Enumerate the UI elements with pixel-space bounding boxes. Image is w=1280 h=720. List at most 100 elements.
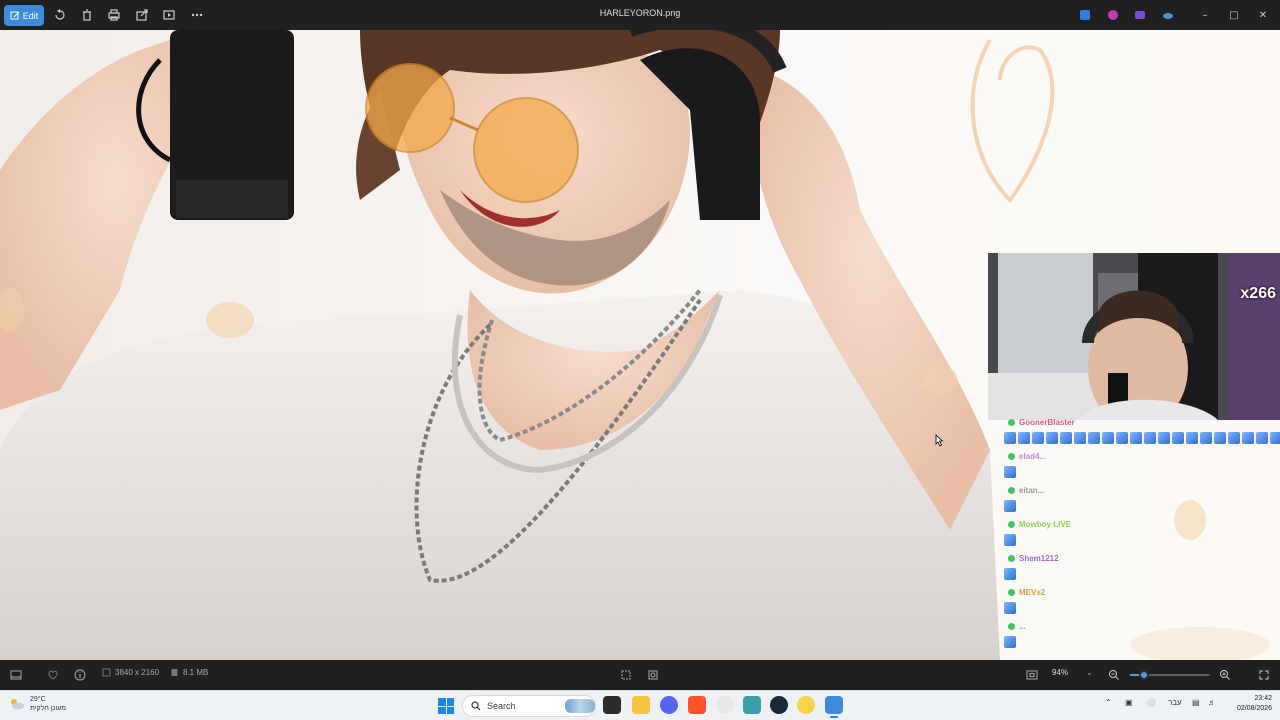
weather-widget[interactable]: 29°C מעונן חלקית [8,695,66,713]
visual-search-icon[interactable] [646,668,660,682]
chat-badge-icon [1008,419,1015,426]
microphone-icon[interactable]: ⚪ [1146,698,1156,707]
network-icon[interactable]: ▤ [1192,698,1200,707]
search-highlight-image [565,699,595,713]
edit-button[interactable]: Edit [4,5,44,26]
chat-username-text: Mowboy LIVE [1019,520,1071,529]
title-bar: Edit HARLEYORON.png – □ ✕ [0,0,1280,30]
info-icon[interactable] [73,668,87,682]
favorite-icon[interactable] [46,668,60,682]
chat-emote-icon [1046,432,1058,444]
app-icon-yellow[interactable] [797,696,815,714]
discord-icon[interactable] [660,696,678,714]
chat-emote-icon [1004,636,1016,648]
chevron-down-icon: ⌄ [1086,668,1093,677]
chat-message: MEVs2 [1002,588,1272,622]
task-view-icon[interactable] [603,696,621,714]
edit-label: Edit [22,10,39,21]
chat-emotes [1004,568,1016,580]
more-options-icon[interactable] [189,7,205,23]
print-icon[interactable] [106,7,122,23]
chat-username: MEVs2 [1008,588,1045,597]
chat-emote-icon [1172,432,1184,444]
rotate-icon[interactable] [52,7,68,23]
app-tray-icon-3[interactable] [1132,7,1148,23]
image-size-icon [102,668,111,677]
zoom-level-dropdown[interactable]: 94% ⌄ [1052,668,1093,677]
chat-username-text: elad4... [1019,452,1047,461]
language-indicator[interactable]: עבר [1168,698,1182,707]
clock-date: 02/08/2026 [1236,705,1272,712]
chrome-icon[interactable] [716,696,734,714]
chat-emote-icon [1158,432,1170,444]
chat-emote-icon [1088,432,1100,444]
chat-username: Shem1212 [1008,554,1059,563]
chat-emote-icon [1004,500,1016,512]
chat-emotes [1004,500,1016,512]
search-icon [471,701,481,711]
chat-emote-icon [1130,432,1142,444]
chat-emotes [1004,466,1016,478]
chat-username-text: ... [1019,622,1026,631]
chat-username: elad4... [1008,452,1046,461]
chat-emote-icon [1256,432,1268,444]
chat-emote-icon [1214,432,1226,444]
tray-app-icon[interactable]: ▣ [1125,698,1133,707]
steam-icon[interactable] [770,696,788,714]
chat-username: Mowboy LIVE [1008,520,1071,529]
chat-username: GoonerBlaster [1008,418,1075,427]
chat-username: ... [1008,622,1026,631]
delete-icon[interactable] [79,7,95,23]
windows-start-button[interactable] [438,698,454,714]
filmstrip-icon[interactable] [9,668,23,682]
chat-emote-icon [1004,568,1016,580]
app-tray-icon-1[interactable] [1077,7,1093,23]
chat-emote-icon [1102,432,1114,444]
chat-emotes [1004,534,1016,546]
chat-emote-icon [1004,534,1016,546]
zoom-out-icon[interactable] [1107,668,1121,682]
zoom-in-icon[interactable] [1218,668,1232,682]
dimensions-text: 3840 x 2160 [115,668,160,677]
chat-badge-icon [1008,521,1015,528]
image-dimensions: 3840 x 2160 [102,668,159,677]
info-bar: 3840 x 2160 8.1 MB 94% ⌄ [0,660,1280,690]
zoom-slider[interactable] [1130,670,1210,680]
volume-icon[interactable]: ♬ [1208,698,1216,707]
chat-emote-icon [1004,602,1016,614]
tray-overflow-icon[interactable]: ⌃ [1105,698,1112,707]
chat-username-text: Shem1212 [1019,554,1059,563]
chat-message: elad4... [1002,452,1272,486]
image-canvas[interactable]: x266 GoonerBlaster elad4... eitan... Mowboy… [0,30,1280,660]
chat-message: Mowboy LIVE [1002,520,1272,554]
slideshow-icon[interactable] [161,7,177,23]
weather-description: מעונן חלקית [30,705,67,712]
cloud-sun-icon [11,699,24,710]
close-button[interactable]: ✕ [1255,7,1271,23]
chat-emote-icon [1200,432,1212,444]
chat-badge-icon [1008,555,1015,562]
chat-message: Shem1212 [1002,554,1272,588]
chat-username: eitan... [1008,486,1044,495]
maximize-button[interactable]: □ [1226,7,1242,23]
app-icon-diamond[interactable] [743,696,761,714]
share-icon[interactable] [134,7,150,23]
brave-browser-icon[interactable] [688,696,706,714]
search-placeholder: Search [487,701,516,711]
app-tray-icon-2[interactable] [1105,7,1121,23]
photos-app-icon[interactable] [825,696,843,714]
crop-icon[interactable] [619,668,633,682]
minimize-button[interactable]: – [1197,7,1213,23]
chat-emote-icon [1228,432,1240,444]
cursor-icon [935,434,944,447]
webcam-badge: x266 [1240,285,1276,302]
taskbar-clock[interactable]: 23:42 02/08/2026 [1222,694,1272,714]
chat-emotes [1004,636,1016,648]
zoom-level-text: 94% [1052,668,1069,677]
fullscreen-icon[interactable] [1257,668,1271,682]
onedrive-icon[interactable] [1160,7,1176,23]
clock-time: 23:42 [1254,695,1272,702]
fit-to-window-icon[interactable] [1025,668,1039,682]
chat-username-text: MEVs2 [1019,588,1046,597]
file-explorer-icon[interactable] [632,696,650,714]
